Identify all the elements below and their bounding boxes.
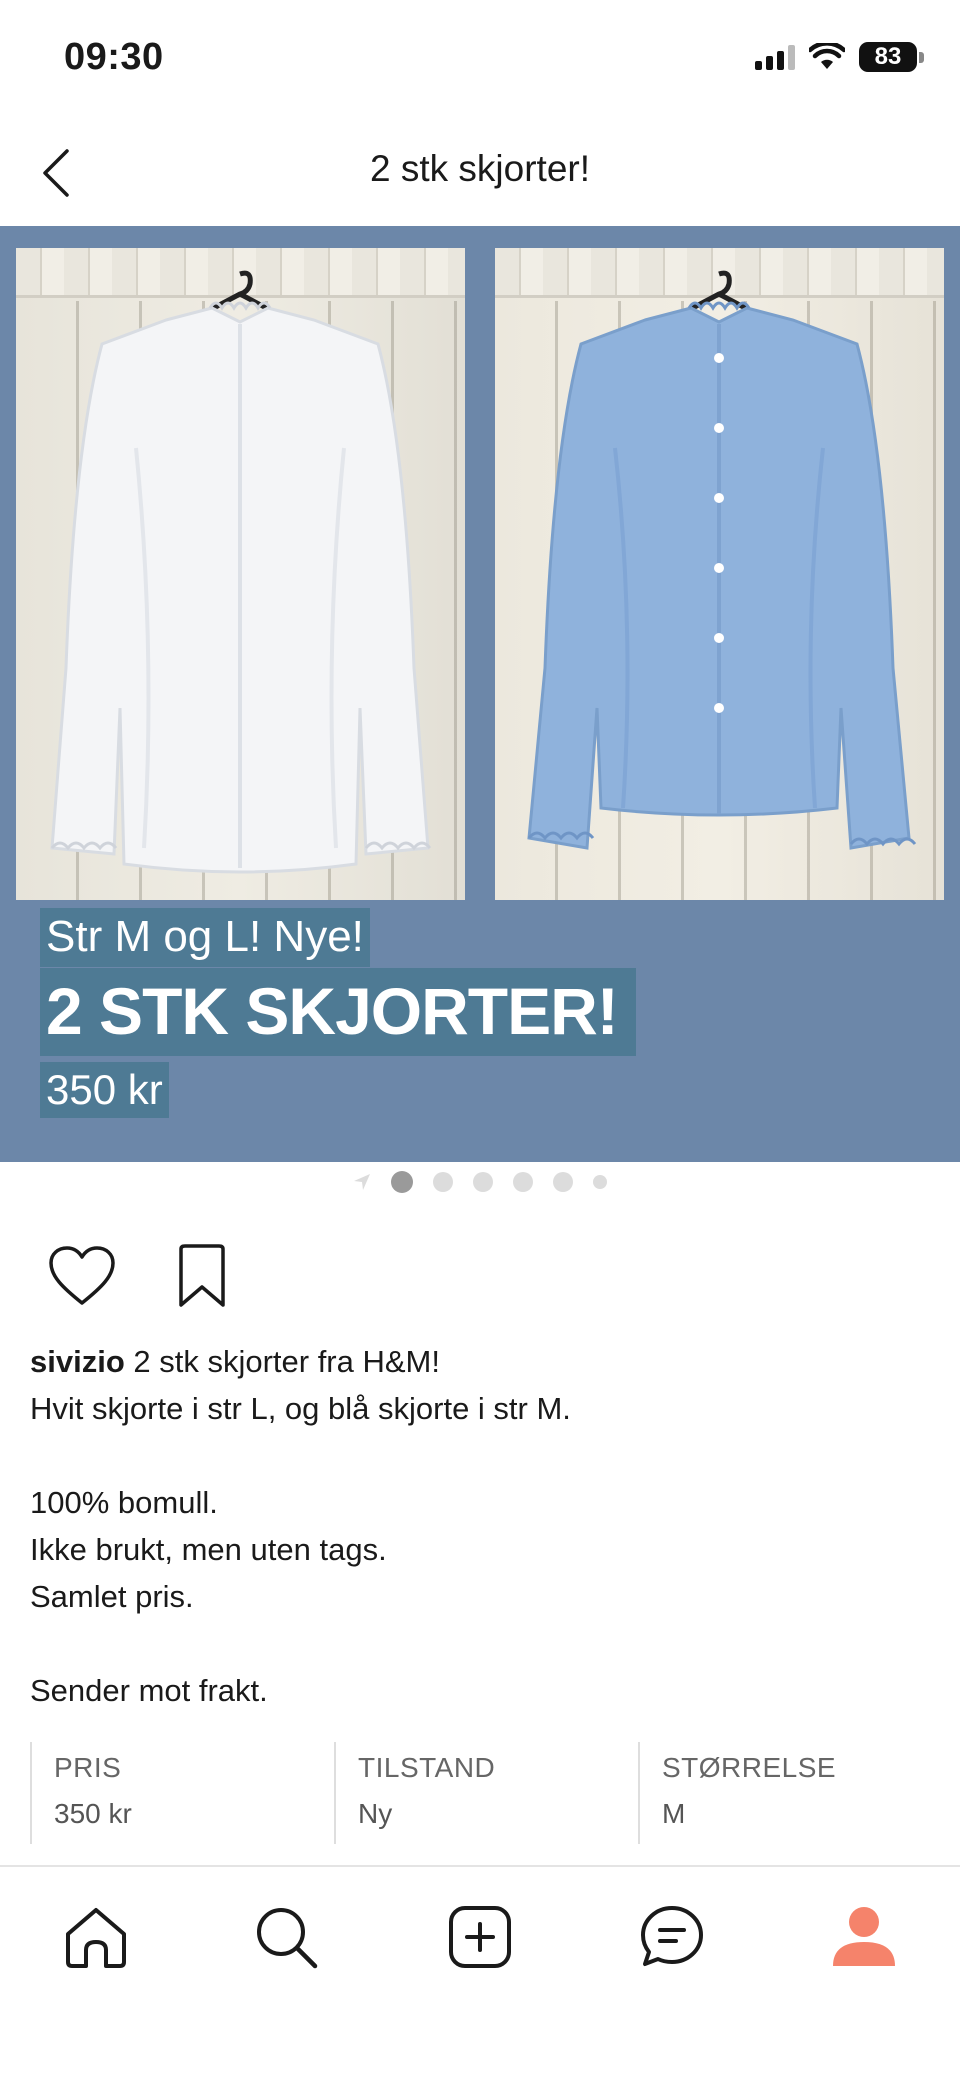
status-icons: 83	[755, 42, 924, 72]
battery-level: 83	[859, 42, 917, 72]
overlay-title: 2 STK SKJORTER!	[40, 968, 636, 1056]
profile-icon	[833, 1907, 895, 1966]
search-icon	[257, 1908, 318, 1969]
size-detail: STØRRELSE M	[638, 1742, 942, 1844]
description-line: 100% bomull.	[30, 1485, 218, 1520]
wifi-icon	[809, 43, 845, 69]
description-line	[30, 1432, 930, 1479]
description-first-line: 2 stk skjorter fra H&M!	[124, 1344, 440, 1379]
white-shirt-photo	[16, 248, 465, 900]
nav-create-listing[interactable]	[440, 1897, 520, 1977]
overlay-price: 350 kr	[40, 1062, 169, 1119]
save-button[interactable]	[164, 1238, 240, 1314]
like-button[interactable]	[44, 1238, 120, 1314]
bottom-navigation	[0, 1865, 960, 2079]
nav-profile[interactable]	[824, 1897, 904, 1977]
detail-value: 350 kr	[54, 1798, 132, 1829]
detail-value: Ny	[358, 1798, 393, 1829]
nav-home[interactable]	[56, 1897, 136, 1977]
home-icon	[66, 1908, 126, 1968]
detail-value: M	[662, 1798, 686, 1829]
nav-messages[interactable]	[632, 1897, 712, 1977]
overlay-subtitle: Str M og L! Nye!	[40, 908, 370, 967]
description-line	[30, 1620, 930, 1667]
carousel-dot[interactable]	[433, 1172, 453, 1192]
carousel-pagination	[0, 1162, 960, 1202]
price-detail: PRIS 350 kr	[30, 1742, 334, 1844]
seller-username[interactable]: sivizio	[30, 1344, 125, 1379]
detail-label: PRIS	[54, 1752, 122, 1783]
carousel-dot[interactable]	[513, 1172, 533, 1192]
messages-icon	[641, 1906, 703, 1966]
description-line: Samlet pris.	[30, 1579, 194, 1614]
heart-icon	[49, 1246, 115, 1305]
blue-shirt-photo	[495, 248, 944, 900]
carousel-dot[interactable]	[473, 1172, 493, 1192]
listing-details: PRIS 350 kr TILSTAND Ny STØRRELSE M	[30, 1742, 942, 1844]
header: 2 stk skjorter!	[0, 120, 960, 226]
listing-description: sivizio 2 stk skjorter fra H&M! Hvit skj…	[30, 1338, 930, 1714]
status-bar: 09:30 83	[0, 0, 960, 120]
status-time: 09:30	[64, 36, 164, 78]
listing-image-carousel[interactable]: Str M og L! Nye! 2 STK SKJORTER! 350 kr	[0, 226, 960, 1162]
nav-search[interactable]	[246, 1897, 326, 1977]
description-line: Ikke brukt, men uten tags.	[30, 1532, 387, 1567]
battery-icon: 83	[859, 42, 924, 72]
description-line: Hvit skjorte i str L, og blå skjorte i s…	[30, 1391, 571, 1426]
location-arrow-icon	[354, 1174, 370, 1190]
signal-icon	[755, 44, 795, 70]
carousel-dot[interactable]	[593, 1175, 607, 1189]
description-line: Sender mot frakt.	[30, 1673, 268, 1708]
action-bar	[44, 1238, 240, 1314]
carousel-dot-active[interactable]	[391, 1171, 413, 1193]
page-title: 2 stk skjorter!	[370, 148, 590, 189]
carousel-dot[interactable]	[553, 1172, 573, 1192]
bookmark-icon	[179, 1244, 225, 1307]
detail-label: TILSTAND	[358, 1752, 496, 1783]
add-icon	[449, 1906, 511, 1968]
condition-detail: TILSTAND Ny	[334, 1742, 638, 1844]
detail-label: STØRRELSE	[662, 1752, 837, 1783]
